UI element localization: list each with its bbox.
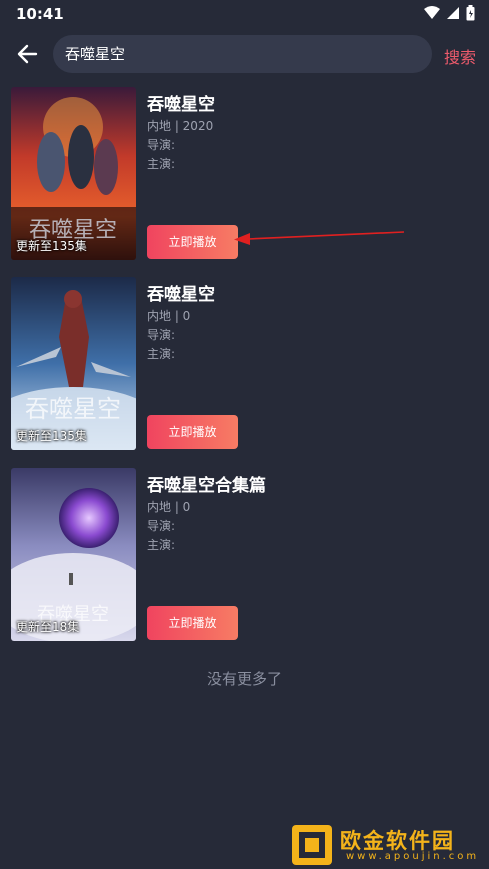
result-director: 导演: [147, 328, 176, 342]
result-director: 导演: [147, 519, 176, 533]
result-actors: 主演: [147, 157, 176, 171]
annotation-arrow [234, 231, 405, 245]
watermark-url: www.apoujin.com [346, 851, 480, 862]
update-status: 更新至135集 [16, 429, 87, 443]
result-item[interactable]: 吞噬星空 更新至18集 吞噬星空合集篇 内地 | 0 导演: 主演: 立即播放 [11, 468, 481, 641]
search-header: 吞噬星空 搜索 [0, 30, 489, 80]
status-icons [424, 5, 475, 21]
search-button[interactable]: 搜索 [444, 44, 476, 68]
result-region-year: 内地 | 2020 [147, 119, 214, 133]
back-button[interactable] [14, 40, 42, 68]
result-region-year: 内地 | 0 [147, 309, 191, 323]
result-actors: 主演: [147, 538, 176, 552]
result-title[interactable]: 吞噬星空 [147, 280, 215, 305]
update-status: 更新至18集 [16, 620, 80, 634]
poster-image[interactable]: 吞噬星空 更新至135集 [11, 87, 136, 260]
play-now-button[interactable]: 立即播放 [147, 606, 238, 640]
poster-image[interactable]: 吞噬星空 更新至135集 [11, 277, 136, 450]
update-status: 更新至135集 [16, 239, 87, 253]
result-title[interactable]: 吞噬星空 [147, 90, 215, 115]
poster-image[interactable]: 吞噬星空 更新至18集 [11, 468, 136, 641]
result-actors: 主演: [147, 347, 176, 361]
play-now-button[interactable]: 立即播放 [147, 225, 238, 259]
play-now-button[interactable]: 立即播放 [147, 415, 238, 449]
search-input[interactable]: 吞噬星空 [53, 35, 432, 73]
battery-icon [466, 5, 475, 21]
result-item[interactable]: 吞噬星空 更新至135集 吞噬星空 内地 | 0 导演: 主演: 立即播放 [11, 277, 481, 450]
wifi-icon [424, 6, 440, 19]
status-bar: 10:41 [0, 0, 489, 28]
result-region-year: 内地 | 0 [147, 500, 191, 514]
watermark-logo [292, 825, 332, 865]
arrow-left-icon [17, 44, 38, 64]
status-time: 10:41 [16, 5, 64, 23]
signal-icon [447, 7, 459, 19]
watermark: 欧金软件园 www.apoujin.com [290, 823, 485, 867]
result-title[interactable]: 吞噬星空合集篇 [147, 471, 266, 496]
result-director: 导演: [147, 138, 176, 152]
no-more-results: 没有更多了 [206, 670, 282, 688]
svg-text:吞噬星空: 吞噬星空 [25, 395, 121, 423]
